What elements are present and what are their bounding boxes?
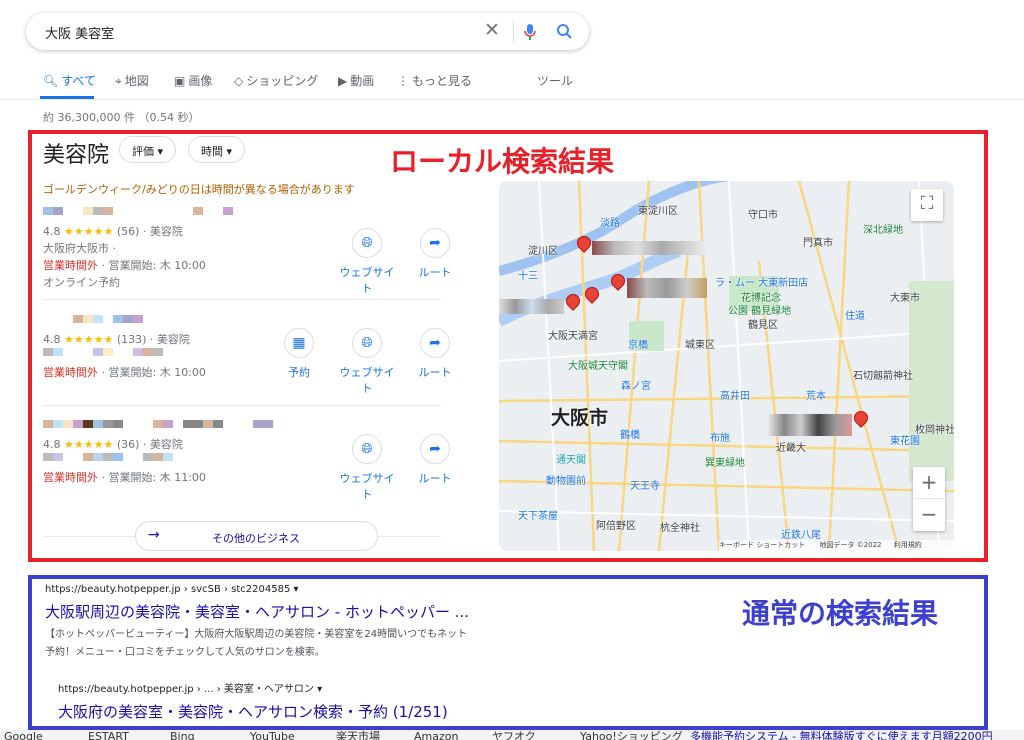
globe-icon: 🌐︎ [352,434,382,464]
divider [513,21,514,43]
fullscreen-button[interactable]: ⛶ [911,189,943,221]
result-title-link[interactable]: 大阪駅周辺の美容院・美容室・ヘアサロン - ホットペッパー ... [45,601,469,622]
directions-button[interactable]: ➦ ルート [405,328,465,380]
business-listing[interactable]: 4.8 ★★★★★ (36) · 美容院 営業時間外 · 営業開始: 木 11:… [43,420,273,486]
website-button[interactable]: 🌐︎ ウェブサイト [337,328,397,396]
divider [43,299,441,300]
divider [43,405,441,406]
keyboard-shortcuts-link[interactable]: キーボード ショートカット [719,541,805,549]
blurred-business-label [499,299,564,314]
search-input[interactable]: 大阪 美容室 [45,23,114,42]
directions-button[interactable]: ➦ ルート [405,434,465,486]
bookmark-rakuten[interactable]: 楽天市場 [336,730,380,740]
business-listing[interactable]: 4.8 ★★★★★ (56) · 美容院 大阪府大阪市 · 営業時間外 · 営業… [43,207,233,291]
zoom-controls: + − [913,467,945,531]
directions-icon: ➦ [420,434,450,464]
tab-videos[interactable]: ▶ 動画 [338,72,374,89]
more-vert-icon: ⋮ [397,74,409,88]
bookmark-estart[interactable]: ESTART [88,730,129,740]
directions-icon: ➦ [420,228,450,258]
address-blurred [43,453,273,469]
result-title-link[interactable]: 大阪府の美容室・美容院・ヘアサロン検索・予約 (1/251) [58,701,448,722]
image-icon: ▣ [174,74,186,88]
directions-button[interactable]: ➦ ルート [405,228,465,280]
bookmark-google[interactable]: Google [4,730,43,740]
filter-rating[interactable]: 評価 ▾ [119,136,177,163]
search-result-sublink: https://beauty.hotpepper.jp › ... › 美容室・… [58,680,448,722]
terms-link[interactable]: 利用規約 [894,541,922,549]
local-results-annotation: ローカル検索結果 [390,145,615,178]
directions-icon: ➦ [420,328,450,358]
tab-maps[interactable]: ⌖ 地図 [115,72,149,89]
globe-icon: 🌐︎ [352,228,382,258]
result-url[interactable]: https://beauty.hotpepper.jp › ... › 美容室・… [58,680,448,695]
zoom-out-button[interactable]: − [913,499,945,531]
blurred-business-label [627,278,707,298]
business-name-blurred [43,207,233,223]
bookmark-youtube[interactable]: YouTube [250,730,295,740]
star-rating-icon: ★★★★★ [64,333,114,346]
result-stats: 約 36,300,000 件 （0.54 秒） [43,111,200,124]
result-url[interactable]: https://beauty.hotpepper.jp › svcSB › st… [45,584,469,595]
organic-results-annotation: 通常の検索結果 [742,597,939,630]
map[interactable]: 東淀川区 守口市 淡路 淀川区 門真市 深北緑地 十三 ラ・ムー 大東新田店 花… [499,181,954,551]
arrow-right-icon: → [148,527,160,543]
search-icon: 🔍︎ [43,74,59,88]
tools-button[interactable]: ツール [537,72,573,89]
fullscreen-icon: ⛶ [920,193,934,214]
star-rating-icon: ★★★★★ [64,225,114,238]
tag-icon: ◇ [234,74,244,88]
zoom-in-button[interactable]: + [913,467,945,499]
business-name-blurred [43,315,206,331]
map-pin-icon: ⌖ [115,74,122,88]
booking-button[interactable]: ▦ 予約 [269,328,329,380]
more-businesses-button[interactable]: → その他のビジネス [135,521,378,551]
dropdown-icon: ▾ [157,145,164,158]
tab-more[interactable]: ⋮ もっと見る [397,72,472,89]
blurred-business-label [592,241,707,255]
bookmark-yahuoku[interactable]: ヤフオク [492,730,536,740]
tab-shopping[interactable]: ◇ ショッピング [234,72,318,89]
bookmark-reservation-system[interactable]: 多機能予約システム - 無料体験版すぐに使えます月額2200円 [690,730,993,740]
bookmarks-bar: Google ESTART Bing YouTube 楽天市場 Amazon ヤ… [0,730,1024,740]
blurred-business-label [767,414,852,436]
website-button[interactable]: 🌐︎ ウェブサイト [337,434,397,502]
search-result: https://beauty.hotpepper.jp › svcSB › st… [45,584,470,658]
search-icon[interactable] [556,23,573,40]
divider [0,99,1024,100]
filter-hours[interactable]: 時間 ▾ [188,136,246,163]
dropdown-icon: ▾ [226,145,233,158]
business-listing[interactable]: 4.8 ★★★★★ (133) · 美容院 営業時間外 · 営業開始: 木 10… [43,315,206,381]
star-rating-icon: ★★★★★ [64,438,114,451]
address-blurred [43,348,206,364]
bookmark-amazon[interactable]: Amazon [414,730,458,740]
website-button[interactable]: 🌐︎ ウェブサイト [337,228,397,296]
clear-icon[interactable]: ✕ [484,19,500,41]
local-pack-title: 美容院 [43,143,110,168]
tab-all[interactable]: 🔍︎ すべて [43,72,96,89]
globe-icon: 🌐︎ [352,328,382,358]
holiday-notice: ゴールデンウィーク/みどりの日は時間が異なる場合があります [43,183,355,196]
tab-images[interactable]: ▣ 画像 [174,72,212,89]
calendar-icon: ▦ [284,328,314,358]
microphone-icon[interactable] [523,23,537,41]
map-footer: キーボード ショートカット 地図データ ©2022 利用規約 [719,540,954,551]
dropdown-icon[interactable]: ▾ [317,684,322,695]
bookmark-yahoo-shopping[interactable]: Yahoo!ショッピング [580,730,683,740]
dropdown-icon[interactable]: ▾ [294,584,299,595]
search-box[interactable]: 大阪 美容室 ✕ [26,13,589,50]
business-name-blurred [43,420,273,436]
bookmark-bing[interactable]: Bing [170,730,195,740]
play-icon: ▶ [338,74,348,88]
